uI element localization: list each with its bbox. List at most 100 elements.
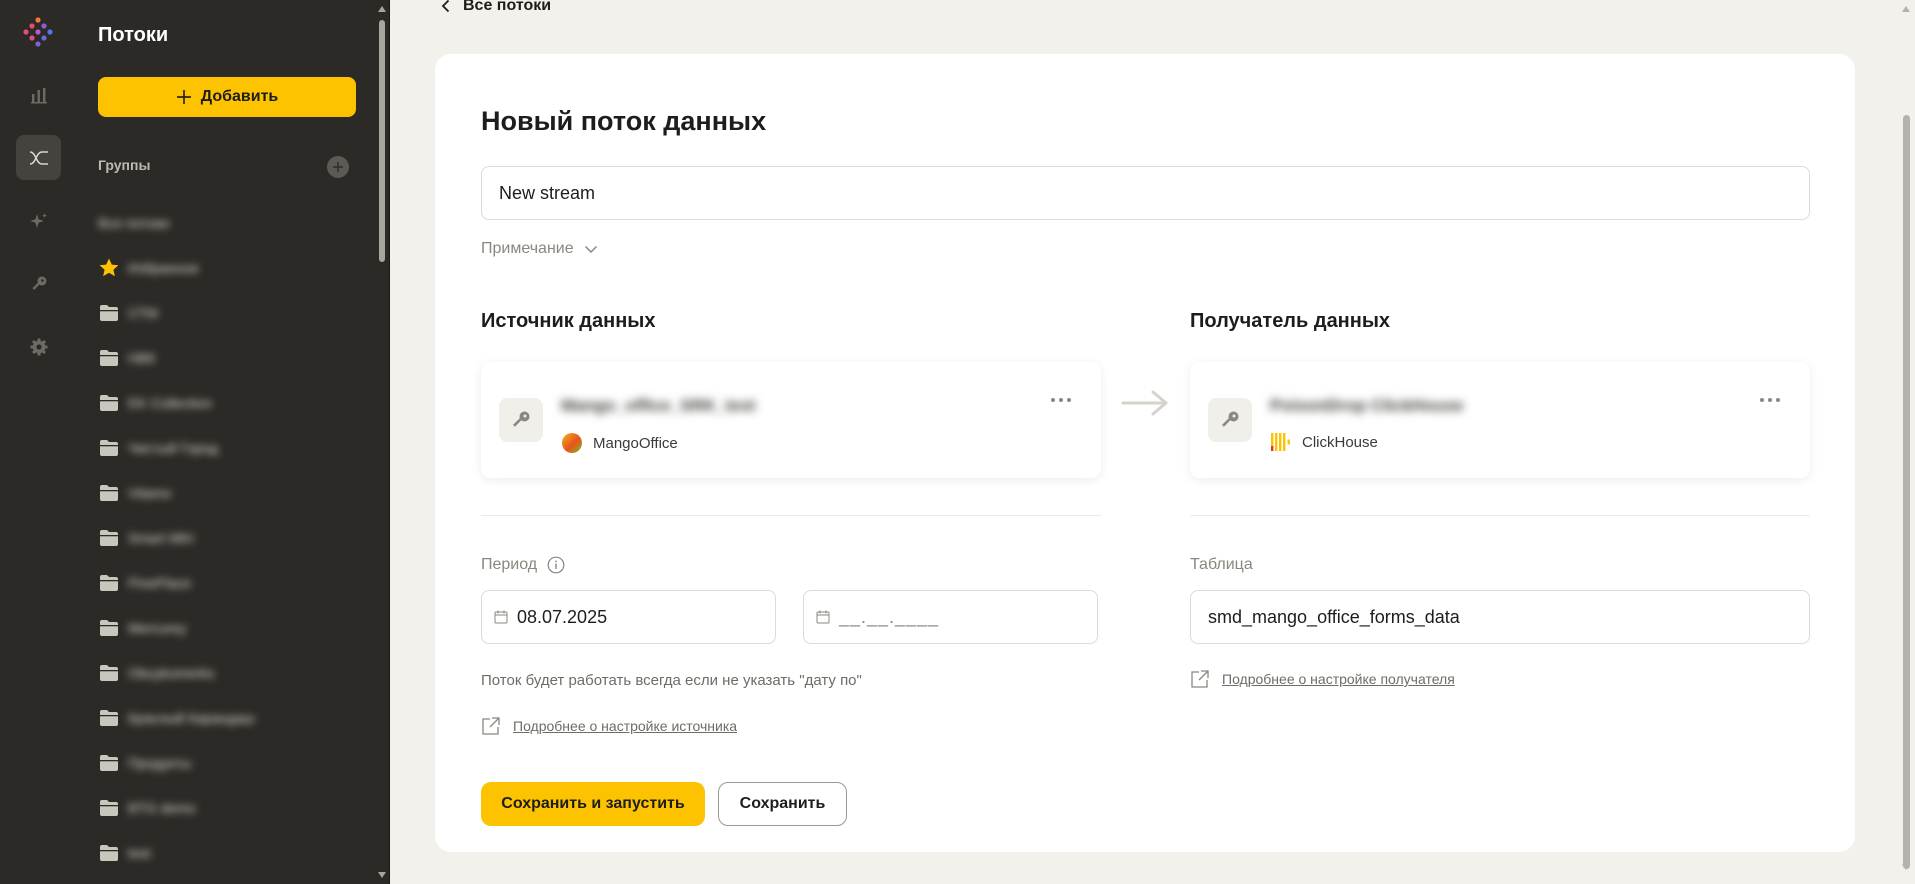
note-toggle[interactable]: Примечание xyxy=(481,240,598,258)
folder-icon xyxy=(98,437,120,459)
sidebar-title: Потоки xyxy=(98,24,169,46)
group-item-label: Obuykomerks xyxy=(128,664,215,681)
destination-more-button[interactable] xyxy=(1760,398,1780,402)
group-item-label: test xyxy=(128,844,151,861)
chevron-left-icon xyxy=(441,0,450,13)
group-item-all[interactable]: Все потоки xyxy=(98,200,368,245)
plus-icon xyxy=(333,162,343,172)
folder-icon xyxy=(98,302,120,324)
group-item-label: Vitamo xyxy=(128,484,172,501)
date-from-value: 08.07.2025 xyxy=(517,606,608,627)
scroll-up-icon[interactable] xyxy=(1902,6,1910,12)
date-from-input[interactable]: 08.07.2025 xyxy=(481,590,776,644)
group-item-label: Чистый Город xyxy=(128,439,219,456)
table-label-text: Таблица xyxy=(1190,556,1253,573)
scrollbar-thumb[interactable] xyxy=(1903,115,1910,869)
group-item[interactable]: НВК xyxy=(98,335,368,380)
destination-divider xyxy=(1190,515,1810,516)
folder-icon xyxy=(98,752,120,774)
group-item-label: Продукты xyxy=(128,754,192,771)
folder-icon xyxy=(98,842,120,864)
mango-office-logo-icon xyxy=(562,433,582,453)
add-flow-button[interactable]: Добавить xyxy=(98,77,356,117)
rail-flows-button[interactable] xyxy=(16,135,61,180)
group-item[interactable]: Продукты xyxy=(98,740,368,785)
group-item[interactable]: Vitamo xyxy=(98,470,368,515)
group-item[interactable]: test xyxy=(98,830,368,875)
group-item[interactable]: Obuykomerks xyxy=(98,650,368,695)
folder-icon xyxy=(98,572,120,594)
group-item[interactable]: PinePlace xyxy=(98,560,368,605)
group-item-label: СТМ xyxy=(128,304,158,321)
key-icon xyxy=(1208,398,1252,442)
folder-icon xyxy=(98,797,120,819)
group-item-label: PinePlace xyxy=(128,574,192,591)
logo-icon[interactable] xyxy=(20,14,56,50)
main-content: Все потоки Новый поток данных Примечание… xyxy=(391,0,1915,884)
destination-connection-name: PoisonDrop ClickHouse xyxy=(1270,396,1464,415)
source-more-button[interactable] xyxy=(1051,398,1071,402)
source-connection-name: Mango_office_SRK_test xyxy=(561,396,756,415)
external-link-icon xyxy=(482,717,500,735)
group-item[interactable]: BTG demo xyxy=(98,785,368,830)
source-doc-link[interactable]: Подробнее о настройке источника xyxy=(481,716,737,736)
rail-connections-button[interactable] xyxy=(16,261,61,306)
date-to-placeholder: __.__.____ xyxy=(839,606,940,627)
scroll-down-icon[interactable] xyxy=(1902,864,1910,870)
folder-icon xyxy=(98,617,120,639)
group-item-label: BTG demo xyxy=(128,799,196,816)
date-to-input[interactable]: __.__.____ xyxy=(803,590,1098,644)
scrollbar-thumb[interactable] xyxy=(379,20,385,262)
source-section-title: Источник данных xyxy=(481,310,656,332)
add-flow-label: Добавить xyxy=(200,88,279,105)
rail-reports-button[interactable] xyxy=(16,72,61,117)
group-item-label: НВК xyxy=(128,349,156,366)
rail-ai-button[interactable] xyxy=(16,198,61,243)
group-item-label: Избранное xyxy=(128,259,199,276)
main-scrollbar[interactable] xyxy=(1897,0,1915,884)
group-item[interactable]: Чистый Город xyxy=(98,425,368,470)
table-name-input[interactable] xyxy=(1190,590,1810,644)
gear-icon xyxy=(30,338,47,355)
group-item-label: Все потоки xyxy=(98,214,170,231)
group-item[interactable]: Mercurey xyxy=(98,605,368,650)
folder-icon xyxy=(98,662,120,684)
group-item[interactable]: Smart MKI xyxy=(98,515,368,560)
back-link[interactable]: Все потоки xyxy=(441,0,551,15)
scroll-down-icon[interactable] xyxy=(378,872,386,878)
rail-settings-button[interactable] xyxy=(16,324,61,369)
destination-section-title: Получатель данных xyxy=(1190,310,1391,332)
group-item-favorites[interactable]: Избранное xyxy=(98,245,368,290)
source-connection-card[interactable]: Mango_office_SRK_test MangoOffice xyxy=(481,362,1101,478)
destination-doc-link[interactable]: Подробнее о настройке получателя xyxy=(1190,669,1455,689)
folder-icon xyxy=(98,347,120,369)
group-item[interactable]: СТМ xyxy=(98,290,368,335)
group-list: Все потоки Избранное СТМ НВК EK Collecti… xyxy=(98,200,368,875)
add-group-button[interactable] xyxy=(327,156,349,178)
save-and-run-button[interactable]: Сохранить и запустить xyxy=(481,782,705,826)
note-toggle-label: Примечание xyxy=(481,240,574,257)
page-title: Новый поток данных xyxy=(481,106,767,136)
icon-rail xyxy=(0,0,77,884)
flow-name-input[interactable] xyxy=(481,166,1810,220)
destination-connection-card[interactable]: PoisonDrop ClickHouse ClickHouse xyxy=(1190,362,1810,478)
group-item[interactable]: Красный Карандаш xyxy=(98,695,368,740)
sidebar-scrollbar[interactable] xyxy=(377,0,387,884)
folder-icon xyxy=(98,527,120,549)
chevron-down-icon xyxy=(584,245,597,253)
plus-icon xyxy=(176,90,191,104)
source-connector-type: MangoOffice xyxy=(561,432,678,454)
source-connector-label: MangoOffice xyxy=(593,434,678,452)
save-button[interactable]: Сохранить xyxy=(718,782,847,826)
group-item[interactable]: EK Collection xyxy=(98,380,368,425)
new-flow-card: Новый поток данных Примечание Источник д… xyxy=(435,54,1855,852)
group-item-label: Smart MKI xyxy=(128,529,195,546)
period-hint: Поток будет работать всегда если не указ… xyxy=(481,672,862,689)
key-icon xyxy=(31,276,46,290)
scroll-up-icon[interactable] xyxy=(378,6,386,12)
group-item-label: Красный Карандаш xyxy=(128,709,255,726)
external-link-icon xyxy=(1191,670,1209,688)
group-item-label: Mercurey xyxy=(128,619,187,636)
flows-sidebar: Потоки Добавить Группы Все потоки Избран… xyxy=(77,0,390,884)
info-icon[interactable] xyxy=(547,556,565,574)
